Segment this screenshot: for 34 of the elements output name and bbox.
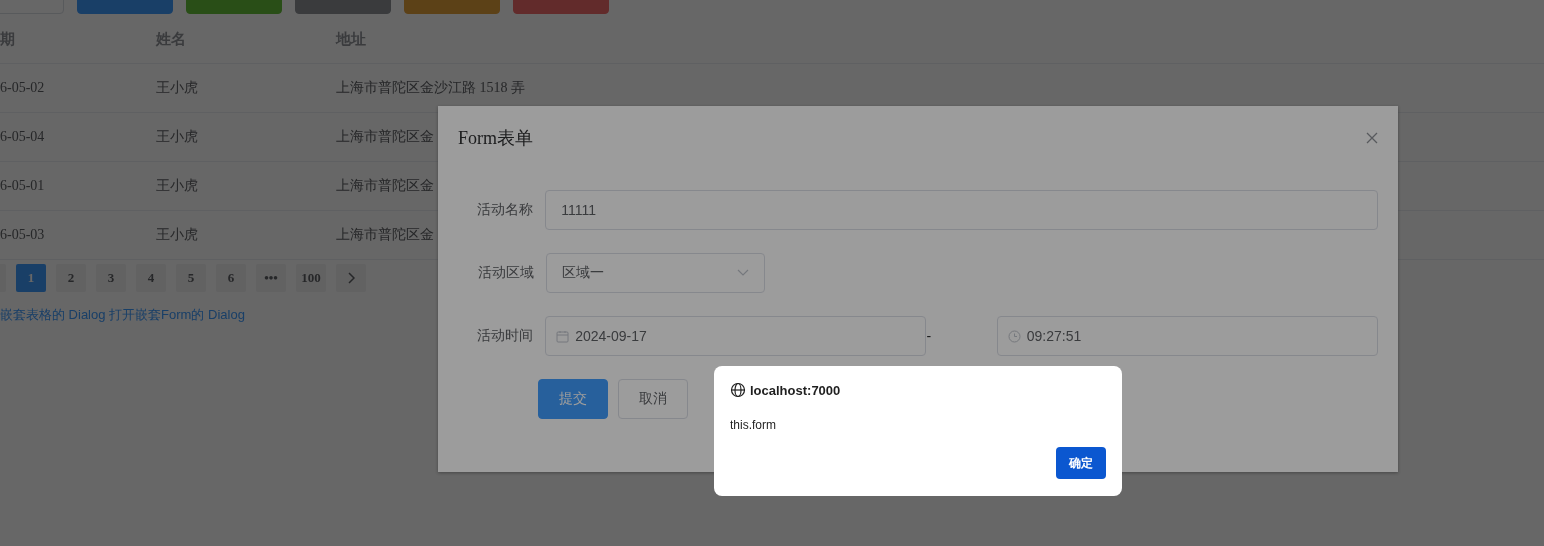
- dialog-title: Form表单: [458, 127, 533, 150]
- page-button[interactable]: 1: [16, 264, 46, 292]
- clock-icon: [1007, 329, 1021, 343]
- dialog-link[interactable]: 嵌套表格的 Dialog 打开嵌套Form的 Dialog: [0, 306, 245, 324]
- range-separator: -: [926, 328, 933, 344]
- table-cell: 6-05-02: [0, 80, 45, 96]
- page-button[interactable]: 6: [216, 264, 246, 292]
- input-field[interactable]: 11111: [545, 190, 1378, 230]
- field-label: 活动名称: [476, 201, 535, 219]
- page-button[interactable]: 5: [176, 264, 206, 292]
- submit-button[interactable]: 提交: [538, 379, 608, 419]
- time-field[interactable]: 09:27:51: [996, 316, 1378, 356]
- chevron-down-icon: [737, 269, 749, 277]
- page-button[interactable]: •••: [256, 264, 286, 292]
- page-button[interactable]: 4: [136, 264, 166, 292]
- next-page-button[interactable]: [336, 264, 366, 292]
- field-label: 活动时间: [476, 327, 535, 345]
- field-label: 活动区域: [477, 264, 535, 282]
- table-cell: 6-05-01: [0, 178, 45, 194]
- alert-title: localhost:7000: [750, 382, 841, 398]
- date-field[interactable]: 2024-09-17: [545, 316, 927, 356]
- globe-icon: [730, 382, 746, 398]
- chevron-right-icon: [347, 272, 355, 284]
- table-cell: 6-05-03: [0, 227, 45, 243]
- close-icon[interactable]: [1366, 132, 1378, 144]
- select-field[interactable]: 区域一: [546, 253, 765, 293]
- page-button[interactable]: 2: [56, 264, 86, 292]
- table-cell: 6-05-04: [0, 129, 45, 145]
- calendar-icon: [556, 329, 570, 343]
- page-button[interactable]: 100: [296, 264, 326, 292]
- cancel-button[interactable]: 取消: [618, 379, 688, 419]
- page-button[interactable]: 3: [96, 264, 126, 292]
- ok-button[interactable]: 确定: [1056, 447, 1106, 479]
- alert-message: this.form: [730, 418, 777, 432]
